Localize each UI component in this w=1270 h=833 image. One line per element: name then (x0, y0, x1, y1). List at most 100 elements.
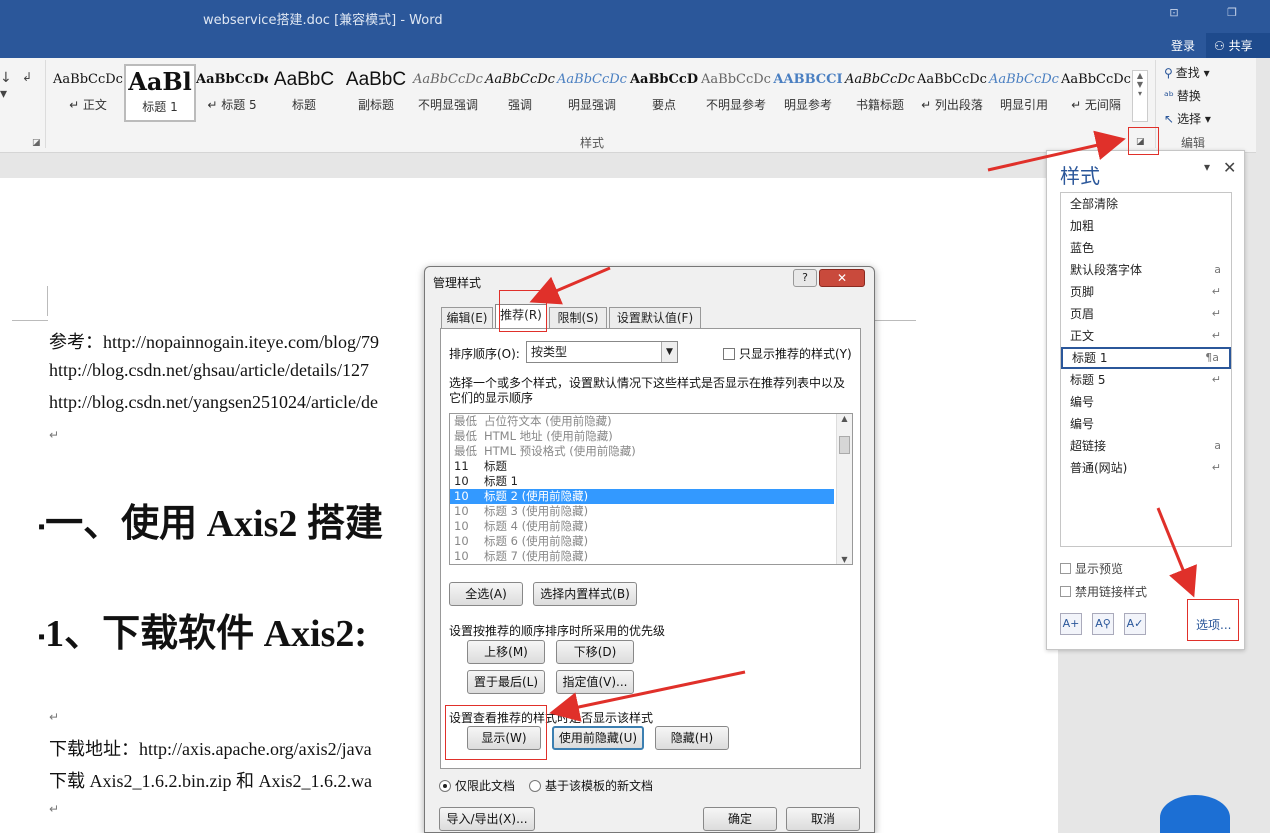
style-gallery-item[interactable]: AaBbCcD 要点 (628, 64, 700, 122)
help-button[interactable]: ? (793, 269, 817, 287)
style-list-row[interactable]: 最低 HTML 地址 (使用前隐藏) (450, 429, 834, 444)
paragraph-mark-icon[interactable]: ↲ (22, 70, 32, 84)
style-list-row[interactable]: 10 标题 3 (使用前隐藏) (450, 504, 834, 519)
title-bar: webservice搭建.doc [兼容模式] - Word ⊡ ❐ 登录 ⚇ … (0, 0, 1270, 58)
restore-icon[interactable]: ❐ (1222, 6, 1242, 20)
select-all-button[interactable]: 全选(A) (449, 582, 523, 606)
manage-styles-icon[interactable]: A✓ (1124, 613, 1146, 635)
scroll-up-icon[interactable]: ▲ (837, 414, 852, 423)
style-inspector-icon[interactable]: A⚲ (1092, 613, 1114, 635)
dialog-close-button[interactable]: ✕ (819, 269, 865, 287)
disable-linked-label: 禁用链接样式 (1075, 585, 1148, 599)
hide-button[interactable]: 隐藏(H) (655, 726, 729, 750)
move-last-button[interactable]: 置于最后(L) (467, 670, 545, 694)
select-builtin-button[interactable]: 选择内置样式(B) (533, 582, 637, 606)
style-list-row[interactable]: 10 标题 7 (使用前隐藏) (450, 549, 834, 564)
select-button[interactable]: ↖ 选择 ▾ (1160, 110, 1256, 133)
gallery-scroll[interactable]: ▲ ▼ ▾ (1132, 70, 1148, 122)
styles-pane-item[interactable]: 加粗 (1061, 215, 1231, 237)
tab-restrict[interactable]: 限制(S) (549, 307, 607, 329)
scroll-down-icon[interactable]: ▼ (837, 555, 852, 564)
vertical-scrollbar[interactable] (1256, 58, 1270, 833)
disable-linked-styles-checkbox[interactable]: 禁用链接样式 (1060, 583, 1147, 600)
styles-pane-item[interactable]: 标题 1 ¶a (1061, 347, 1231, 369)
style-gallery-item[interactable]: AaBbCcDc 明显强调 (556, 64, 628, 122)
ok-button[interactable]: 确定 (703, 807, 777, 831)
style-type-icon: ↵ (1211, 285, 1221, 298)
checkbox-box (1060, 563, 1071, 574)
tab-edit[interactable]: 编辑(E) (441, 307, 493, 329)
style-gallery-item[interactable]: AaBbC 标题 (268, 64, 340, 122)
style-preview: AaBbCcDc (917, 72, 987, 87)
show-preview-checkbox[interactable]: 显示预览 (1060, 560, 1123, 577)
style-preview: AaBbCcD (629, 72, 699, 87)
new-docs-template-radio[interactable]: 基于该模板的新文档 (529, 777, 653, 794)
tab-set-defaults[interactable]: 设置默认值(F) (609, 307, 701, 329)
style-gallery-item[interactable]: AaBbCcDc ↵ 标题 5 (196, 64, 268, 122)
list-scrollbar[interactable]: ▲ ▼ (836, 414, 852, 564)
style-gallery-item[interactable]: AaBbCcDc 不明显参考 (700, 64, 772, 122)
move-up-button[interactable]: 上移(M) (467, 640, 545, 664)
hide-until-used-button[interactable]: 使用前隐藏(U) (552, 726, 644, 750)
only-this-document-radio[interactable]: 仅限此文档 (439, 777, 515, 794)
login-link[interactable]: 登录 (1171, 37, 1195, 54)
close-icon[interactable]: ✕ (1223, 158, 1236, 177)
chevron-down-icon: ▼ (661, 342, 677, 362)
assign-value-button[interactable]: 指定值(V)... (556, 670, 634, 694)
scroll-thumb[interactable] (839, 436, 850, 454)
ribbon-display-icon[interactable]: ⊡ (1164, 6, 1184, 20)
styles-pane-item[interactable]: 默认段落字体 a (1061, 259, 1231, 281)
style-preview: AaBl (128, 67, 192, 96)
styles-pane-item[interactable]: 全部清除 (1061, 193, 1231, 215)
style-priority: 10 (454, 519, 469, 533)
doc-link-line[interactable]: http://blog.csdn.net/yangsen251024/artic… (49, 392, 378, 413)
style-list-row[interactable]: 10 标题 2 (使用前隐藏) (450, 489, 834, 504)
style-list-row[interactable]: 11 标题 (450, 459, 834, 474)
new-style-icon[interactable]: A+ (1060, 613, 1082, 635)
style-gallery-item[interactable]: AaBl 标题 1 (124, 64, 196, 122)
style-gallery-item[interactable]: AaBbCcDc ↵ 列出段落 (916, 64, 988, 122)
styles-pane-item[interactable]: 普通(网站) ↵ (1061, 457, 1231, 479)
style-gallery-item[interactable]: AaBbCcDc ↵ 无间隔 (1060, 64, 1132, 122)
recommended-style-list[interactable]: 最低 占位符文本 (使用前隐藏) 最低 HTML 地址 (使用前隐藏) 最低 HTML 预… (449, 413, 853, 565)
style-list-row[interactable]: 10 标题 4 (使用前隐藏) (450, 519, 834, 534)
styles-pane-item[interactable]: 页眉 ↵ (1061, 303, 1231, 325)
assistant-bird-icon[interactable] (1160, 795, 1230, 833)
style-gallery-item[interactable]: AaBbCcDc 书籍标题 (844, 64, 916, 122)
style-gallery-item[interactable]: AaBbCcDc 强调 (484, 64, 556, 122)
styles-pane-item[interactable]: 页脚 ↵ (1061, 281, 1231, 303)
style-list-row[interactable]: 10 标题 6 (使用前隐藏) (450, 534, 834, 549)
doc-link-line[interactable]: http://blog.csdn.net/ghsau/article/detai… (49, 360, 369, 381)
share-button[interactable]: ⚇ 共享 (1206, 33, 1270, 58)
style-gallery-item[interactable]: AaBbCcDc 不明显强调 (412, 64, 484, 122)
styles-pane-item[interactable]: 标题 5 ↵ (1061, 369, 1231, 391)
only-recommended-checkbox[interactable]: 只显示推荐的样式(Y) (723, 345, 852, 362)
styles-group-label: 样式 (580, 136, 605, 150)
sort-order-label: 排序顺序(O): (449, 347, 520, 361)
styles-pane-item[interactable]: 蓝色 (1061, 237, 1231, 259)
cancel-button[interactable]: 取消 (786, 807, 860, 831)
paragraph-mark: ↵ (49, 428, 60, 442)
paragraph-launcher-icon[interactable]: ◪ (32, 138, 41, 148)
style-list-row[interactable]: 最低 HTML 预设格式 (使用前隐藏) (450, 444, 834, 459)
radio-dot (439, 780, 451, 792)
style-gallery-item[interactable]: AABBCCI 明显参考 (772, 64, 844, 122)
styles-pane-item[interactable]: 编号 (1061, 413, 1231, 435)
sort-order-select[interactable]: 按类型 ▼ (526, 341, 678, 363)
styles-pane-item[interactable]: 编号 (1061, 391, 1231, 413)
styles-pane-item[interactable]: 超链接 a (1061, 435, 1231, 457)
replace-button[interactable]: ᵃᵇ 替换 (1160, 87, 1256, 110)
pane-menu-icon[interactable]: ▾ (1204, 160, 1210, 174)
find-label: 查找 (1175, 66, 1200, 80)
style-gallery-item[interactable]: AaBbCcDc 明显引用 (988, 64, 1060, 122)
find-button[interactable]: ⚲ 查找 ▾ (1160, 64, 1256, 87)
style-list-row[interactable]: 10 标题 1 (450, 474, 834, 489)
move-down-button[interactable]: 下移(D) (556, 640, 634, 664)
styles-pane-item[interactable]: 正文 ↵ (1061, 325, 1231, 347)
style-list-row[interactable]: 最低 占位符文本 (使用前隐藏) (450, 414, 834, 429)
style-gallery-item[interactable]: AaBbCcDc ↵ 正文 (52, 64, 124, 122)
style-preview: AaBbC (345, 69, 407, 90)
import-export-button[interactable]: 导入/导出(X)... (439, 807, 535, 831)
style-gallery-item[interactable]: AaBbC 副标题 (340, 64, 412, 122)
style-label: 强调 (507, 98, 532, 112)
